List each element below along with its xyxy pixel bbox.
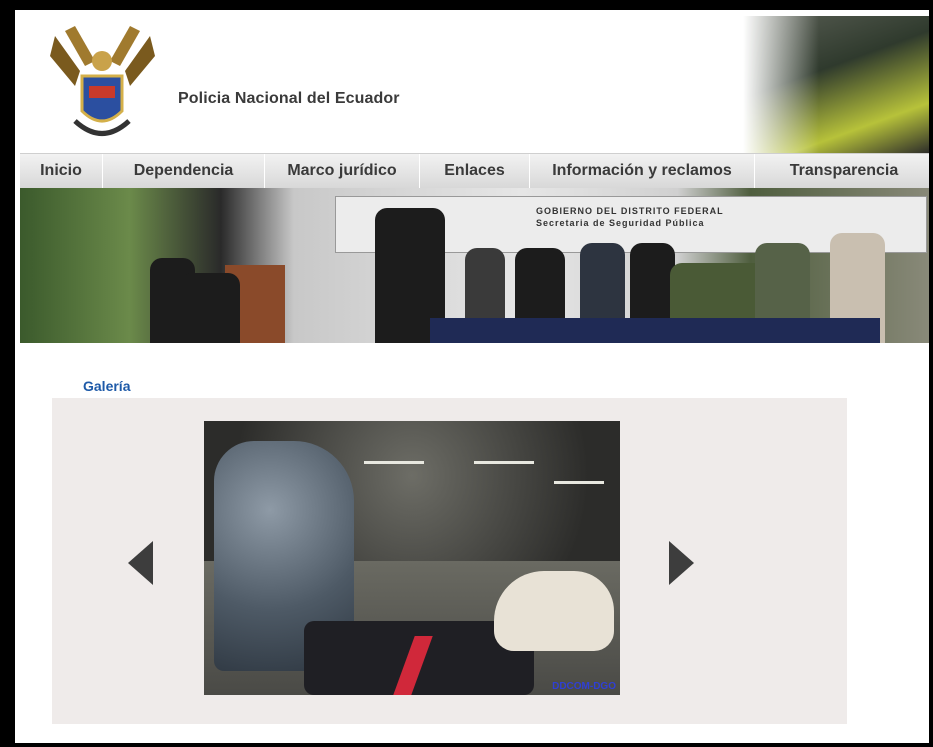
hero-banner-photo: GOBIERNO DEL DISTRITO FEDERAL Secretaria… bbox=[20, 188, 929, 343]
gallery-panel: DDCOM-DGO bbox=[52, 398, 847, 724]
header-officers-photo bbox=[743, 16, 929, 153]
nav-item-dependencia[interactable]: Dependencia bbox=[103, 154, 265, 188]
photo-ceiling-light bbox=[364, 461, 424, 464]
nav-item-transparencia[interactable]: Transparencia bbox=[755, 154, 929, 188]
nav-item-enlaces[interactable]: Enlaces bbox=[420, 154, 530, 188]
site-header: Policia Nacional del Ecuador bbox=[20, 16, 929, 153]
nav-item-informacion-reclamos[interactable]: Información y reclamos bbox=[530, 154, 755, 188]
banner-figure bbox=[180, 273, 240, 343]
photo-ceiling-light bbox=[554, 481, 604, 484]
gallery-photo: DDCOM-DGO bbox=[204, 421, 620, 695]
gallery-title: Galería bbox=[83, 378, 131, 394]
photo-dog bbox=[494, 571, 614, 651]
nav-item-inicio[interactable]: Inicio bbox=[20, 154, 103, 188]
banner-table bbox=[430, 318, 880, 343]
main-navigation: Inicio Dependencia Marco jurídico Enlace… bbox=[20, 153, 929, 189]
banner-sign-text: GOBIERNO DEL DISTRITO FEDERAL Secretaria… bbox=[536, 206, 724, 228]
previous-arrow-icon[interactable] bbox=[128, 541, 153, 585]
photo-caption: DDCOM-DGO bbox=[552, 681, 616, 692]
photo-ceiling-light bbox=[474, 461, 534, 464]
site-title: Policia Nacional del Ecuador bbox=[178, 90, 400, 107]
police-crest-logo bbox=[50, 26, 155, 136]
page-frame: Policia Nacional del Ecuador Inicio Depe… bbox=[0, 0, 933, 747]
nav-item-marco-juridico[interactable]: Marco jurídico bbox=[265, 154, 420, 188]
next-arrow-icon[interactable] bbox=[669, 541, 694, 585]
